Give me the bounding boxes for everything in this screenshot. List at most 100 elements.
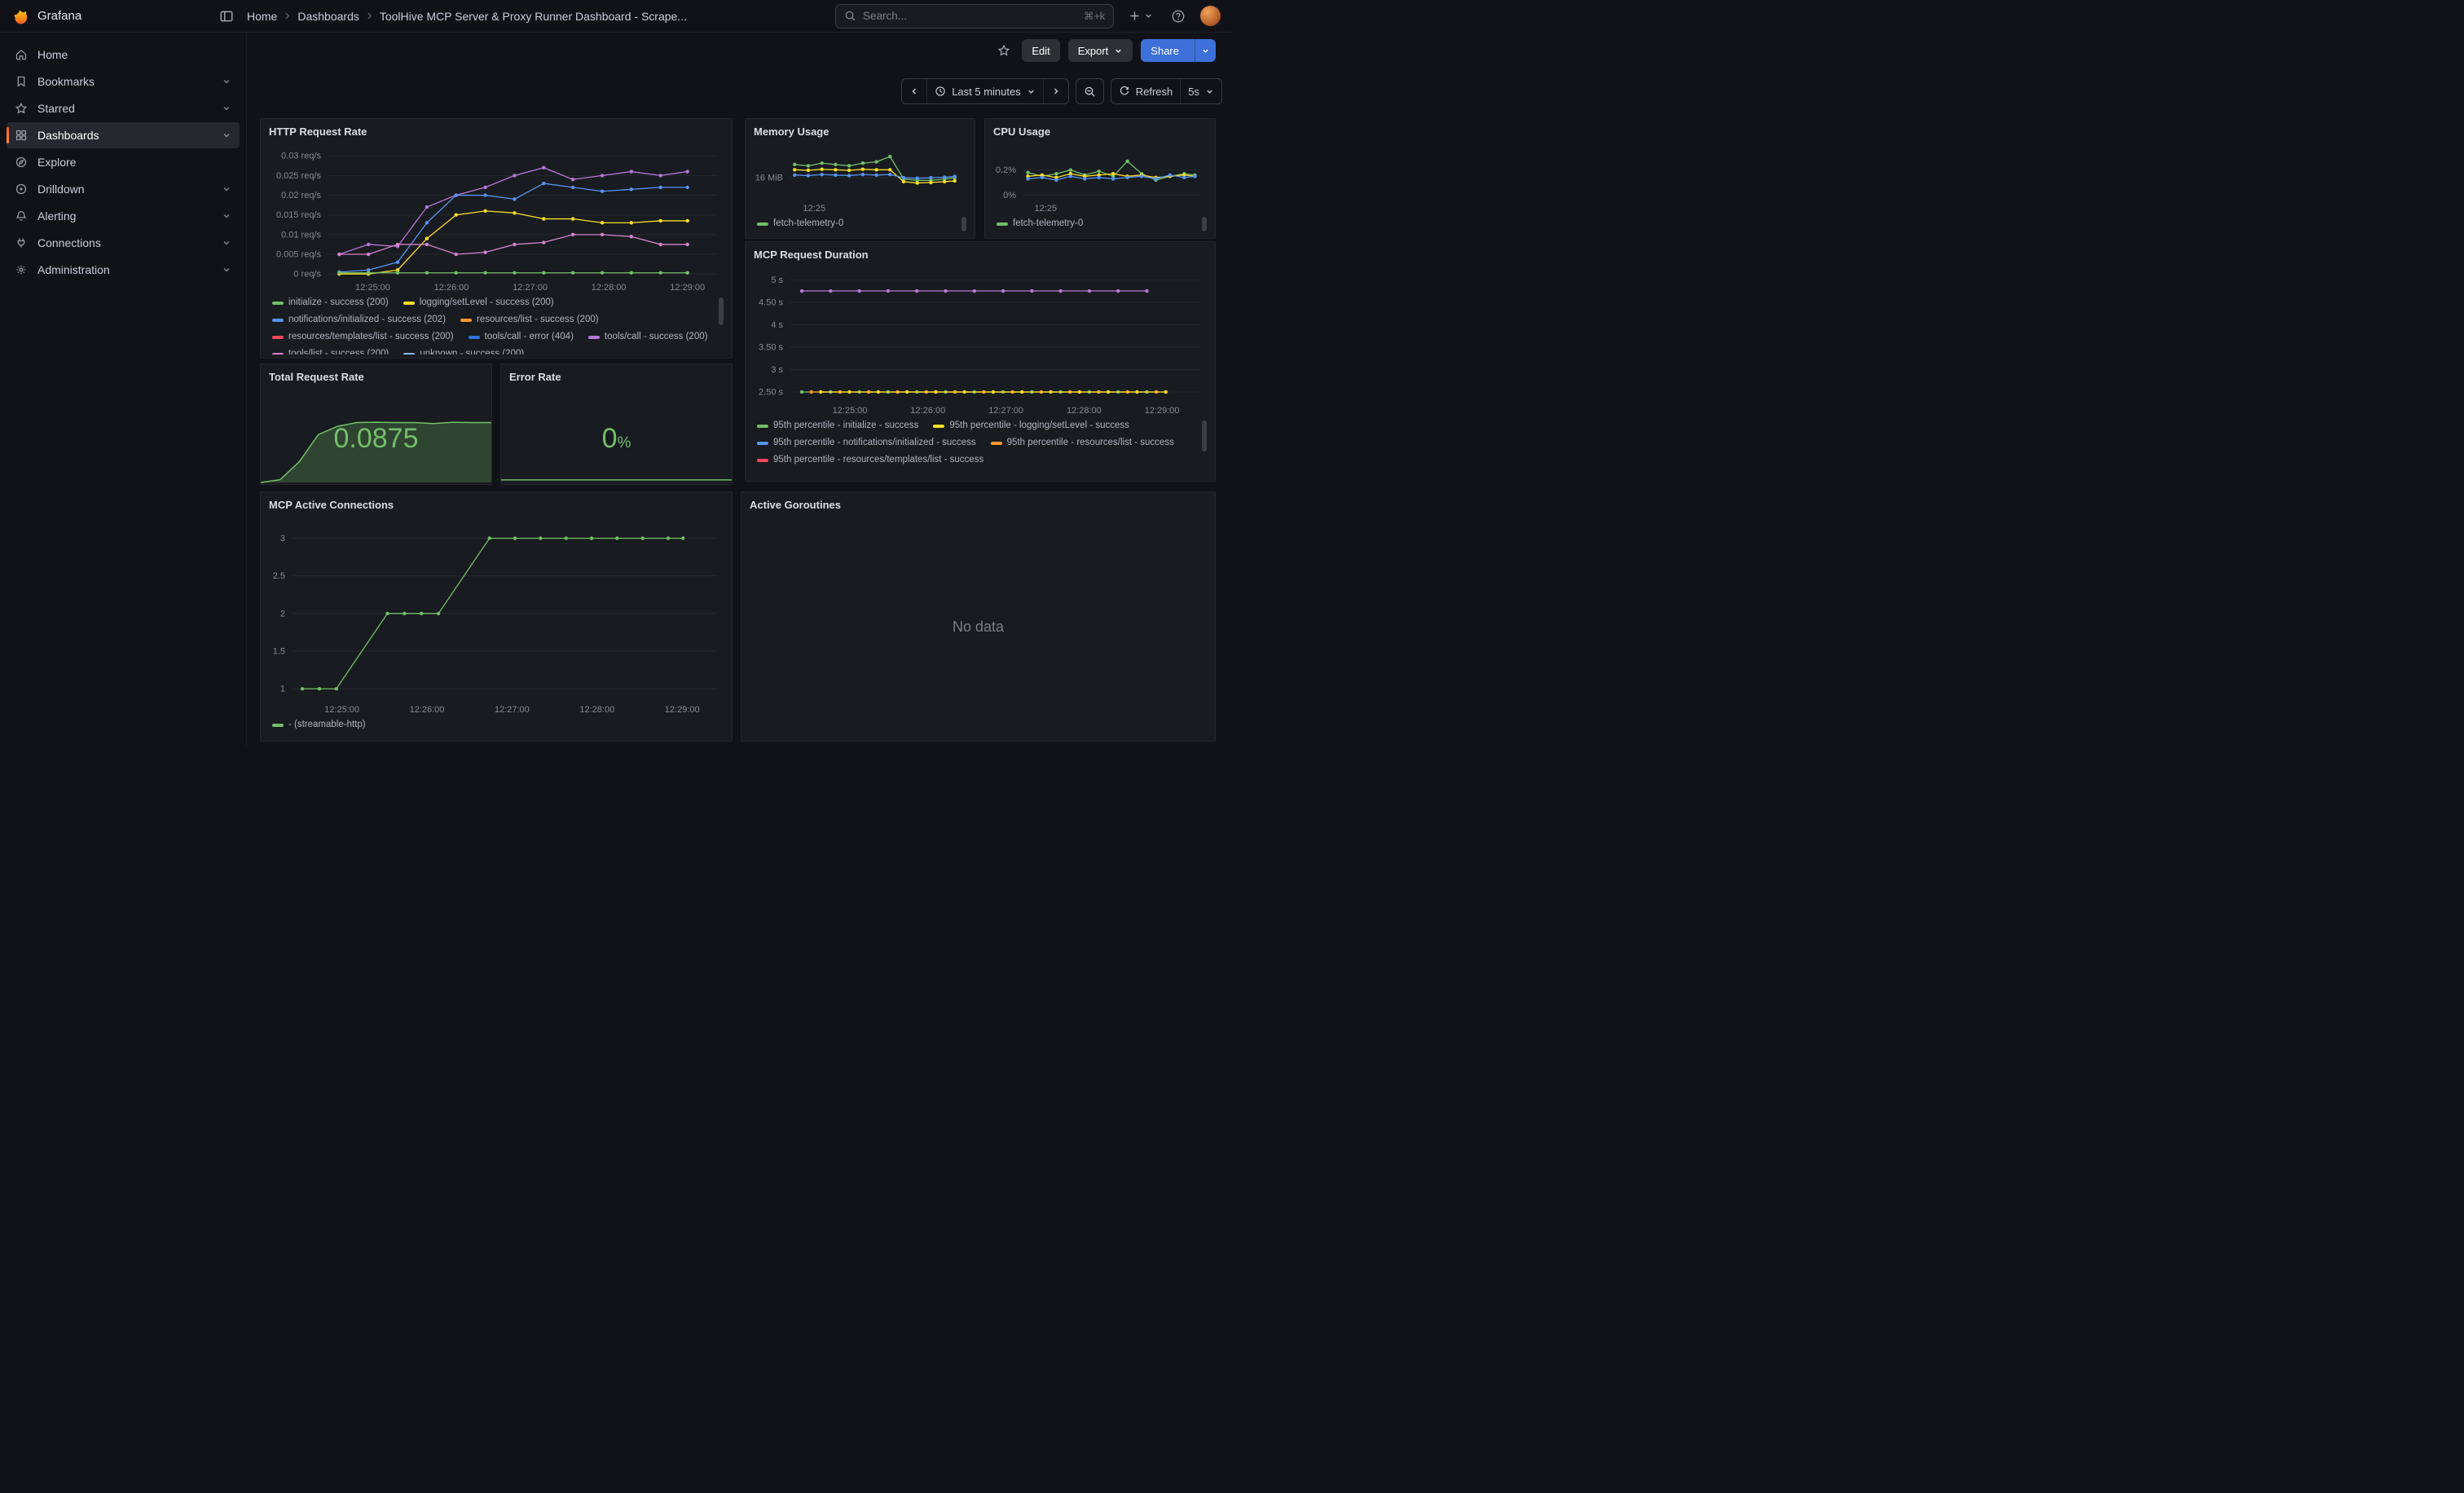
share-button[interactable]: Share [1141, 39, 1216, 62]
legend-item[interactable]: fetch-telemetry-0 [997, 218, 1083, 230]
legend-item[interactable]: resources/templates/list - success (200) [272, 331, 454, 343]
sidebar-item-alerting[interactable]: Alerting [7, 203, 240, 229]
legend-item[interactable]: 95th percentile - notifications/initiali… [757, 437, 976, 449]
panel-title[interactable]: Memory Usage [754, 126, 829, 138]
svg-text:12:25: 12:25 [803, 204, 826, 214]
drilldown-target-icon [15, 183, 28, 196]
edit-button[interactable]: Edit [1022, 39, 1059, 62]
sidebar-item-dashboards[interactable]: Dashboards [7, 122, 240, 148]
time-range-picker[interactable]: Last 5 minutes [926, 79, 1043, 103]
chevron-down-icon[interactable] [222, 184, 231, 194]
legend-item[interactable]: notifications/initialized - success (202… [272, 314, 446, 326]
legend-item[interactable]: 95th percentile - resources/templates/li… [757, 454, 983, 466]
mcp-active-connections-chart[interactable]: 11.522.5312:25:0012:26:0012:27:0012:28:0… [267, 517, 725, 716]
share-button-label[interactable]: Share [1141, 39, 1189, 62]
share-dropdown-caret[interactable] [1195, 39, 1216, 62]
chevron-down-icon [1144, 11, 1153, 20]
chevron-down-icon[interactable] [222, 130, 231, 140]
mcp-request-duration-chart[interactable]: 2.50 s3 s3.50 s4 s4.50 s5 s12:25:0012:26… [752, 266, 1208, 417]
legend-scrollbar[interactable] [1202, 217, 1207, 231]
chevron-down-icon[interactable] [222, 103, 231, 113]
chevron-down-icon[interactable] [222, 211, 231, 221]
help-button[interactable] [1168, 6, 1189, 27]
panel-error-rate: Error Rate 0% [500, 363, 733, 485]
dashboards-grid-icon [15, 129, 28, 142]
sidebar-item-label: Alerting [37, 209, 76, 222]
legend-scrollbar[interactable] [961, 217, 966, 231]
new-dropdown-button[interactable] [1125, 7, 1156, 25]
sidebar-item-bookmarks[interactable]: Bookmarks [7, 68, 240, 95]
legend-item[interactable]: tools/call - error (404) [469, 331, 574, 343]
panel-title[interactable]: CPU Usage [993, 126, 1050, 138]
time-shift-back-button[interactable] [902, 79, 926, 103]
legend-label: 95th percentile - resources/templates/li… [773, 454, 983, 466]
legend-scrollbar[interactable] [719, 297, 724, 325]
legend-item[interactable]: initialize - success (200) [272, 297, 389, 309]
legend-item[interactable]: 95th percentile - resources/list - succe… [991, 437, 1174, 449]
sidebar-item-administration[interactable]: Administration [7, 257, 240, 283]
legend-label: 95th percentile - logging/setLevel - suc… [949, 420, 1129, 432]
svg-text:12:25: 12:25 [1035, 204, 1058, 214]
legend-item[interactable]: fetch-telemetry-0 [757, 218, 843, 230]
panel-title[interactable]: Total Request Rate [269, 371, 364, 383]
chevron-down-icon [1027, 87, 1036, 96]
legend-item[interactable]: tools/list - success (200) [272, 348, 389, 355]
dashboard-toolbar: Edit Export Share [994, 39, 1216, 62]
search-text-field[interactable] [863, 10, 1077, 22]
legend-item[interactable]: 95th percentile - initialize - success [757, 420, 918, 432]
top-nav-bar: Grafana Home Dashboards ToolHive MCP Ser… [0, 0, 1232, 33]
legend-label: unknown - success (200) [420, 348, 524, 355]
legend-label: - (streamable-http) [288, 719, 366, 731]
chevron-down-icon[interactable] [222, 77, 231, 86]
legend-swatch [757, 425, 768, 428]
sidebar-toggle-button[interactable] [216, 6, 237, 27]
sidebar-item-connections[interactable]: Connections [7, 230, 240, 256]
panel-active-goroutines: Active Goroutines No data [741, 491, 1216, 742]
favorite-star-button[interactable] [994, 41, 1014, 60]
panel-title[interactable]: MCP Active Connections [269, 499, 394, 511]
breadcrumb: Home Dashboards ToolHive MCP Server & Pr… [247, 10, 687, 23]
refresh-button[interactable]: Refresh [1111, 79, 1181, 103]
user-avatar[interactable] [1200, 6, 1221, 26]
legend-item[interactable]: logging/setLevel - success (200) [403, 297, 554, 309]
sidebar-item-starred[interactable]: Starred [7, 95, 240, 121]
zoom-out-button[interactable] [1076, 79, 1103, 103]
legend-item[interactable]: unknown - success (200) [403, 348, 524, 355]
legend-label: tools/list - success (200) [288, 348, 389, 355]
http-request-rate-chart[interactable]: 0 req/s0.005 req/s0.01 req/s0.015 req/s0… [267, 143, 725, 294]
panel-title[interactable]: MCP Request Duration [754, 249, 869, 261]
zoom-out-group [1076, 78, 1104, 104]
panel-title[interactable]: Error Rate [509, 371, 561, 383]
memory-usage-chart[interactable]: 16 MiB12:25 [752, 143, 968, 215]
export-button[interactable]: Export [1068, 39, 1133, 62]
search-input[interactable]: ⌘+k [835, 4, 1114, 29]
legend-swatch [403, 302, 415, 305]
legend-item[interactable]: - (streamable-http) [272, 719, 366, 731]
chevron-down-icon[interactable] [222, 238, 231, 248]
svg-text:12:26:00: 12:26:00 [434, 283, 469, 293]
sidebar-item-explore[interactable]: Explore [7, 149, 240, 175]
cpu-usage-chart[interactable]: 0.2%0%12:25 [992, 143, 1208, 215]
error-rate-stat: 0% [501, 389, 732, 484]
legend-swatch [469, 336, 480, 339]
legend-item[interactable]: resources/list - success (200) [460, 314, 599, 326]
legend-scrollbar[interactable] [1202, 421, 1207, 451]
sidebar-item-home[interactable]: Home [7, 42, 240, 68]
breadcrumb-home[interactable]: Home [247, 10, 277, 23]
grafana-logo[interactable] [11, 7, 29, 25]
legend-item[interactable]: tools/call - success (200) [588, 331, 708, 343]
legend-swatch [460, 319, 472, 322]
breadcrumb-dashboards[interactable]: Dashboards [297, 10, 359, 23]
stat-value: 0% [501, 423, 732, 455]
refresh-label: Refresh [1136, 86, 1173, 98]
svg-text:12:25:00: 12:25:00 [324, 705, 359, 715]
time-shift-forward-button[interactable] [1043, 79, 1068, 103]
refresh-interval-picker[interactable]: 5s [1180, 79, 1221, 103]
panel-title[interactable]: Active Goroutines [750, 499, 841, 511]
legend-label: initialize - success (200) [288, 297, 389, 309]
legend-item[interactable]: 95th percentile - logging/setLevel - suc… [933, 420, 1129, 432]
compass-icon [15, 156, 28, 169]
chevron-down-icon[interactable] [222, 265, 231, 275]
panel-title[interactable]: HTTP Request Rate [269, 126, 367, 138]
sidebar-item-drilldown[interactable]: Drilldown [7, 176, 240, 202]
